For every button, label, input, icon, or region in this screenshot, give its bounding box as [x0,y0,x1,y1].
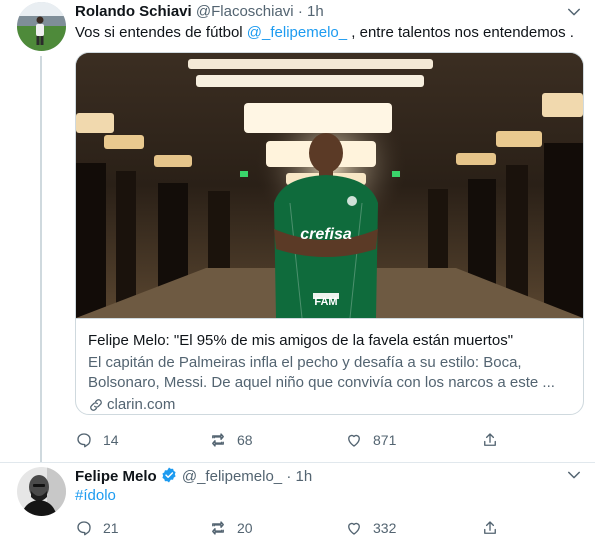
reply-button[interactable]: 14 [75,430,119,450]
card-domain: clarin.com [88,395,571,414]
reply-button[interactable]: 21 [75,518,119,538]
tweet-text-part: Vos si entendes de fútbol [75,24,247,41]
tweet-text-part: , entre talentos nos entendemos . [347,24,574,41]
author-handle[interactable]: @_felipemelo_ [182,468,282,485]
retweet-icon [212,521,224,535]
tweet-felipe-melo[interactable]: Felipe Melo @_felipemelo_ · 1h #ídolo 21… [0,463,595,553]
share-button[interactable] [481,518,509,538]
author-name[interactable]: Rolando Schiavi [75,3,192,20]
author-handle[interactable]: @Flacoschiavi [196,3,294,20]
reply-icon [77,521,91,536]
retweet-button[interactable]: 20 [209,518,253,538]
tweet-text: Vos si entendes de fútbol @_felipemelo_ … [75,24,574,42]
card-domain-text: clarin.com [107,396,176,413]
jersey-sponsor-text: crefisa [300,226,352,243]
like-button[interactable]: 332 [345,518,396,538]
retweet-button[interactable]: 68 [209,430,253,450]
avatar-photo [17,467,66,516]
tweet-actions: 14 68 871 [75,430,505,450]
card-description: El capitán de Palmeiras infla el pecho y… [88,354,555,391]
share-icon [484,521,496,534]
tweet-header: Rolando Schiavi @Flacoschiavi · 1h [75,3,324,21]
reply-count: 14 [103,432,119,448]
card-title: Felipe Melo: "El 95% de mis amigos de la… [88,332,514,349]
timestamp[interactable]: 1h [307,3,324,20]
jersey-lower-text: FAM [314,296,337,308]
mention-link[interactable]: @_felipemelo_ [247,24,347,41]
retweet-count: 68 [237,432,253,448]
verified-badge-icon [162,467,176,483]
reply-count: 21 [103,520,119,536]
separator-dot: · [297,3,303,20]
card-body[interactable]: Felipe Melo: "El 95% de mis amigos de la… [76,318,583,414]
avatar-photo [17,2,66,51]
card-photo: crefisa FAM [76,53,583,318]
author-name[interactable]: Felipe Melo [75,468,157,485]
like-button[interactable]: 871 [345,430,396,450]
card-image[interactable]: crefisa FAM [76,53,583,318]
avatar[interactable] [17,2,66,51]
reply-icon [77,433,91,448]
separator-dot: · [286,468,292,485]
share-button[interactable] [481,430,509,450]
hashtag-link[interactable]: #ídolo [75,487,116,504]
link-icon [90,399,102,411]
like-count: 332 [373,520,397,536]
retweet-count: 20 [237,520,253,536]
tweet-text: #ídolo [75,487,116,505]
caret-down-icon[interactable] [565,466,583,484]
like-icon [348,522,360,535]
link-card[interactable]: crefisa FAM Felipe Melo: "El 95% de mis … [75,52,584,415]
timestamp[interactable]: 1h [296,468,313,485]
share-icon [484,433,496,446]
like-icon [348,434,360,447]
avatar[interactable] [17,467,66,516]
caret-down-icon[interactable] [565,3,583,21]
tweet-header: Felipe Melo @_felipemelo_ · 1h [75,466,312,486]
tweet-rolando-schiavi[interactable]: Rolando Schiavi @Flacoschiavi · 1h Vos s… [0,0,595,463]
tweet-actions: 21 20 332 [75,518,505,538]
retweet-icon [212,433,224,447]
like-count: 871 [373,432,397,448]
thread-connector-line [40,56,42,463]
